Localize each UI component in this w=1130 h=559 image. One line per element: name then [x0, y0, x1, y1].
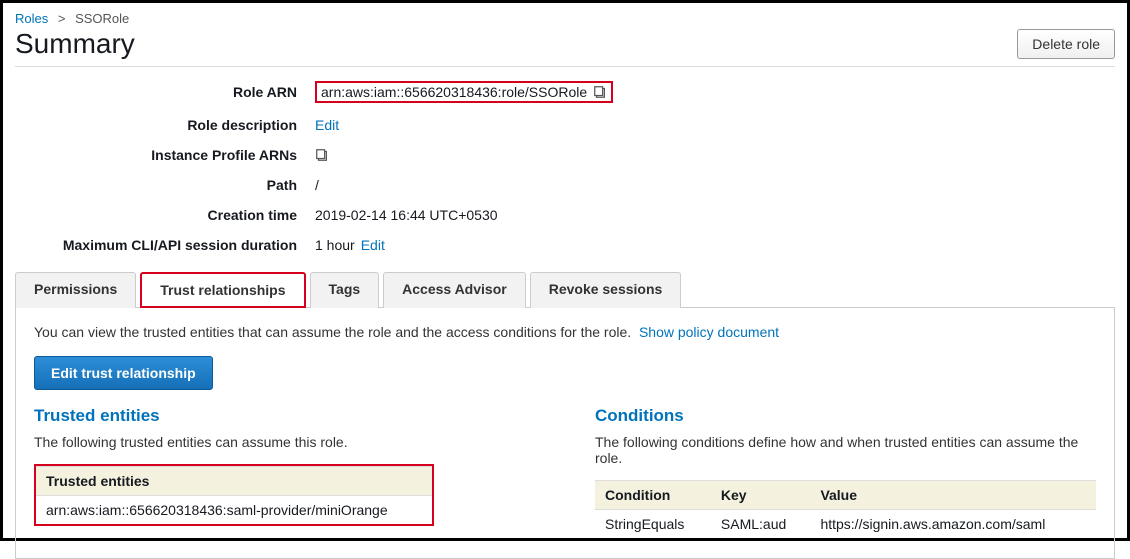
conditions-sub: The following conditions define how and … [595, 434, 1096, 466]
breadcrumb-sep: > [58, 11, 66, 26]
role-desc-edit-link[interactable]: Edit [315, 117, 339, 133]
tab-tags[interactable]: Tags [310, 272, 380, 308]
cond-val-key: SAML:aud [711, 510, 811, 539]
trusted-entities-panel: Trusted entities The following trusted e… [34, 406, 535, 538]
table-row: StringEquals SAML:aud https://signin.aws… [595, 510, 1096, 539]
tab-trust-relationships[interactable]: Trust relationships [140, 272, 305, 308]
trust-description-text: You can view the trusted entities that c… [34, 324, 631, 340]
path-label: Path [55, 177, 315, 193]
edit-trust-relationship-button[interactable]: Edit trust relationship [34, 356, 213, 390]
role-desc-label: Role description [55, 117, 315, 133]
cond-val-condition: StringEquals [595, 510, 711, 539]
breadcrumb-current: SSORole [75, 11, 129, 26]
trusted-entities-sub: The following trusted entities can assum… [34, 434, 535, 450]
trust-description: You can view the trusted entities that c… [34, 324, 1096, 340]
instance-profile-label: Instance Profile ARNs [55, 147, 315, 163]
role-arn-value: arn:aws:iam::656620318436:role/SSORole [321, 84, 587, 100]
trusted-entities-col: Trusted entities [36, 467, 432, 496]
max-session-value: 1 hour [315, 237, 355, 253]
creation-time-value: 2019-02-14 16:44 UTC+0530 [315, 207, 498, 223]
show-policy-link[interactable]: Show policy document [639, 324, 779, 340]
cond-col-value: Value [810, 481, 1096, 510]
cond-col-condition: Condition [595, 481, 711, 510]
conditions-panel: Conditions The following conditions defi… [595, 406, 1096, 538]
cond-val-value: https://signin.aws.amazon.com/saml [810, 510, 1096, 539]
role-arn-highlight: arn:aws:iam::656620318436:role/SSORole [315, 81, 613, 103]
tab-access-advisor[interactable]: Access Advisor [383, 272, 526, 308]
role-properties: Role ARN arn:aws:iam::656620318436:role/… [55, 81, 1115, 253]
trusted-entities-heading: Trusted entities [34, 406, 535, 426]
tabs: Permissions Trust relationships Tags Acc… [15, 271, 1115, 308]
breadcrumb-roles-link[interactable]: Roles [15, 11, 48, 26]
trusted-entities-highlight: Trusted entities arn:aws:iam::6566203184… [34, 464, 434, 526]
copy-icon[interactable] [315, 148, 329, 162]
conditions-heading: Conditions [595, 406, 1096, 426]
path-value: / [315, 177, 319, 193]
delete-role-button[interactable]: Delete role [1017, 29, 1115, 59]
max-session-label: Maximum CLI/API session duration [55, 237, 315, 253]
tab-content-trust: You can view the trusted entities that c… [15, 308, 1115, 559]
breadcrumb: Roles > SSORole [15, 11, 1115, 26]
max-session-edit-link[interactable]: Edit [361, 237, 385, 253]
copy-icon[interactable] [593, 85, 607, 99]
tab-revoke-sessions[interactable]: Revoke sessions [530, 272, 682, 308]
creation-time-label: Creation time [55, 207, 315, 223]
trusted-entities-value: arn:aws:iam::656620318436:saml-provider/… [36, 496, 432, 525]
role-arn-label: Role ARN [55, 84, 315, 100]
cond-col-key: Key [711, 481, 811, 510]
tab-permissions[interactable]: Permissions [15, 272, 136, 308]
page-title: Summary [15, 28, 135, 60]
